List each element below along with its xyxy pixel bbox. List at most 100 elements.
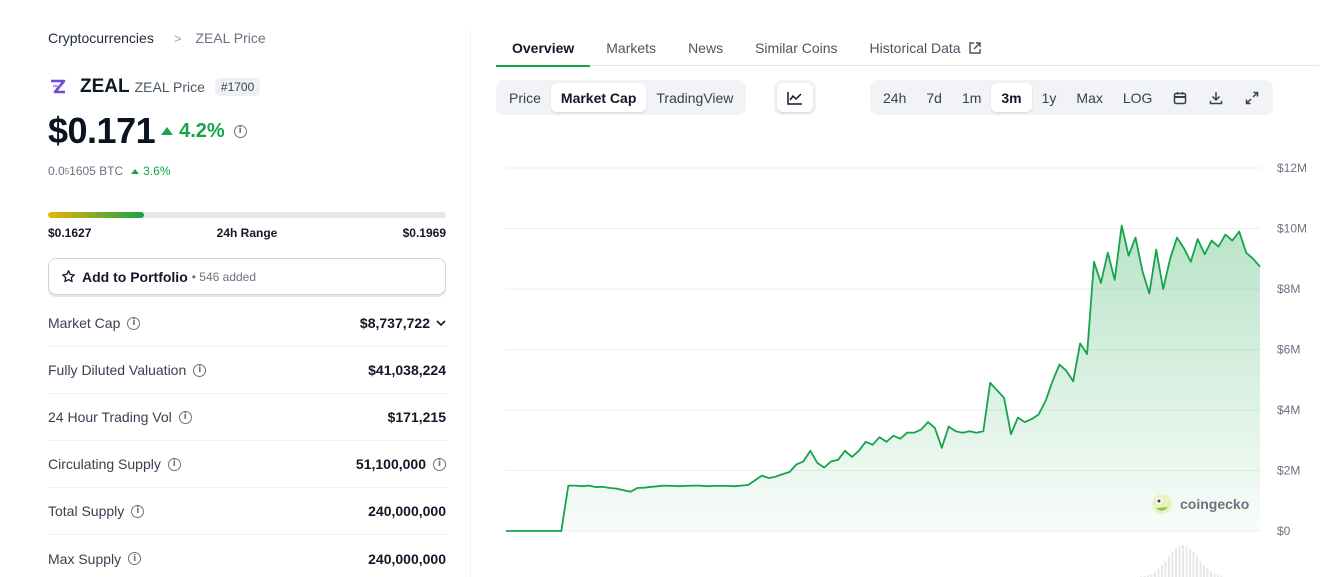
volume-bar	[1161, 565, 1163, 577]
log-scale-button[interactable]: LOG	[1113, 83, 1163, 112]
volume-bar	[1203, 565, 1205, 577]
volume-bar	[1213, 573, 1216, 577]
fullscreen-button[interactable]	[1234, 83, 1270, 112]
volume-bar	[1196, 556, 1198, 577]
price-row: $0.171 4.2% i	[48, 110, 247, 152]
info-icon[interactable]: i	[233, 124, 247, 138]
market-cap-toggle[interactable]: $8,737,722	[360, 315, 446, 331]
line-chart-button[interactable]	[777, 83, 813, 112]
stat-row-max-supply: Max Supply i 240,000,000	[48, 535, 446, 577]
info-icon[interactable]: i	[167, 457, 181, 471]
y-tick-label: $2M	[1277, 464, 1300, 478]
mode-market-cap-button[interactable]: Market Cap	[550, 83, 647, 112]
btc-price-row: 0.0 5 1605 BTC 3.6%	[48, 164, 171, 178]
calendar-button[interactable]	[1162, 83, 1198, 112]
btc-change: 3.6%	[131, 164, 171, 178]
line-chart-icon	[787, 91, 802, 105]
external-link-icon	[968, 42, 981, 54]
y-tick-label: $0	[1277, 524, 1291, 538]
market-cap-chart[interactable]: $0 $2M $4M $6M $8M $10M $12M coingecko	[500, 150, 1323, 577]
portfolio-count: • 546 added	[191, 269, 257, 284]
info-icon[interactable]: i	[128, 552, 142, 565]
star-icon	[62, 270, 75, 283]
info-icon[interactable]: i	[131, 504, 145, 518]
tab-markets[interactable]: Markets	[590, 30, 672, 66]
volume-bar	[1175, 548, 1177, 577]
add-to-portfolio-button[interactable]: Add to Portfolio • 546 added	[48, 258, 446, 295]
volume-bar	[1168, 556, 1170, 577]
range-max-button[interactable]: Max	[1066, 83, 1112, 112]
breadcrumb-cryptocurrencies[interactable]: Cryptocurrencies	[48, 30, 154, 46]
btc-price-prefix: 0.0	[48, 164, 65, 178]
triangle-up-icon	[131, 168, 140, 174]
rank-badge: #1700	[214, 78, 261, 96]
price-change-value: 4.2%	[179, 119, 225, 142]
stat-label: 24 Hour Trading Vol	[48, 409, 172, 425]
tab-label: News	[688, 40, 724, 56]
tab-news[interactable]: News	[672, 30, 739, 66]
coin-symbol: ZEAL	[80, 76, 130, 97]
watermark-text: coingecko	[1180, 496, 1249, 512]
volume-bar	[1164, 561, 1167, 577]
stat-value: $41,038,224	[368, 362, 446, 378]
tab-overview[interactable]: Overview	[496, 30, 591, 67]
price-change: 4.2%	[161, 120, 225, 143]
stat-label: Market Cap	[48, 315, 121, 331]
volume-bar	[1210, 571, 1212, 577]
volume-bar	[1157, 568, 1160, 577]
range-24h-button[interactable]: 24h	[873, 83, 916, 112]
stat-value: 51,100,000	[355, 456, 426, 472]
info-icon[interactable]: i	[178, 410, 192, 424]
area-fill	[506, 225, 1260, 531]
btc-change-value: 3.6%	[143, 164, 171, 178]
breadcrumb: Cryptocurrencies > ZEAL Price	[48, 30, 266, 46]
download-button[interactable]	[1198, 83, 1234, 112]
tab-label: Historical Data	[869, 40, 961, 56]
stat-row-volume: 24 Hour Trading Vol i $171,215	[48, 394, 446, 441]
range-24h-fill	[48, 212, 144, 218]
volume-bar	[1182, 545, 1184, 577]
info-icon[interactable]: i	[193, 363, 207, 377]
calendar-icon	[1174, 91, 1187, 104]
tab-label: Markets	[606, 40, 657, 56]
current-price: $0.171	[48, 110, 156, 151]
volume-bar	[1171, 552, 1174, 577]
stat-row-fdv: Fully Diluted Valuation i $41,038,224	[48, 347, 446, 394]
info-icon[interactable]: i	[433, 457, 446, 471]
chart-type-toggle	[774, 80, 816, 115]
portfolio-label: Add to Portfolio	[82, 268, 188, 285]
volume-bar	[1178, 545, 1181, 577]
range-3m-button[interactable]: 3m	[991, 83, 1032, 112]
range-7d-button[interactable]: 7d	[916, 83, 952, 112]
stat-label: Fully Diluted Valuation	[48, 362, 187, 378]
coin-summary-panel: Cryptocurrencies > ZEAL Price ZEAL ZEAL …	[48, 0, 446, 577]
tab-historical-data[interactable]: Historical Data	[854, 30, 998, 66]
stat-row-circulating-supply: Circulating Supply i 51,100,000 i	[48, 441, 446, 488]
tab-label: Overview	[512, 40, 575, 56]
y-tick-label: $10M	[1277, 222, 1307, 236]
triangle-up-icon	[161, 127, 174, 135]
mode-price-button[interactable]: Price	[499, 83, 551, 112]
volume-bar	[1189, 548, 1191, 577]
range-high: $0.1969	[402, 226, 446, 240]
volume-bar	[1154, 571, 1156, 577]
fullscreen-icon	[1246, 91, 1259, 104]
y-tick-label: $4M	[1277, 403, 1300, 417]
coin-name: ZEAL Price	[134, 79, 205, 95]
download-icon	[1210, 91, 1223, 104]
range-label: 24h Range	[216, 226, 278, 240]
stat-value: $8,737,722	[359, 315, 430, 331]
info-icon[interactable]: i	[127, 316, 141, 330]
panel-divider	[470, 30, 471, 577]
volume-bar	[1199, 561, 1202, 577]
mode-tradingview-button[interactable]: TradingView	[646, 83, 743, 112]
y-tick-label: $12M	[1277, 161, 1307, 175]
stat-label: Circulating Supply	[48, 456, 161, 472]
volume-bar	[1192, 552, 1195, 577]
coin-header: ZEAL ZEAL Price #1700	[48, 76, 261, 98]
tab-similar-coins[interactable]: Similar Coins	[739, 30, 853, 66]
coingecko-logo-icon	[1152, 494, 1172, 514]
range-1m-button[interactable]: 1m	[952, 83, 991, 112]
range-1y-button[interactable]: 1y	[1032, 83, 1067, 112]
coingecko-watermark: coingecko	[1152, 494, 1249, 514]
